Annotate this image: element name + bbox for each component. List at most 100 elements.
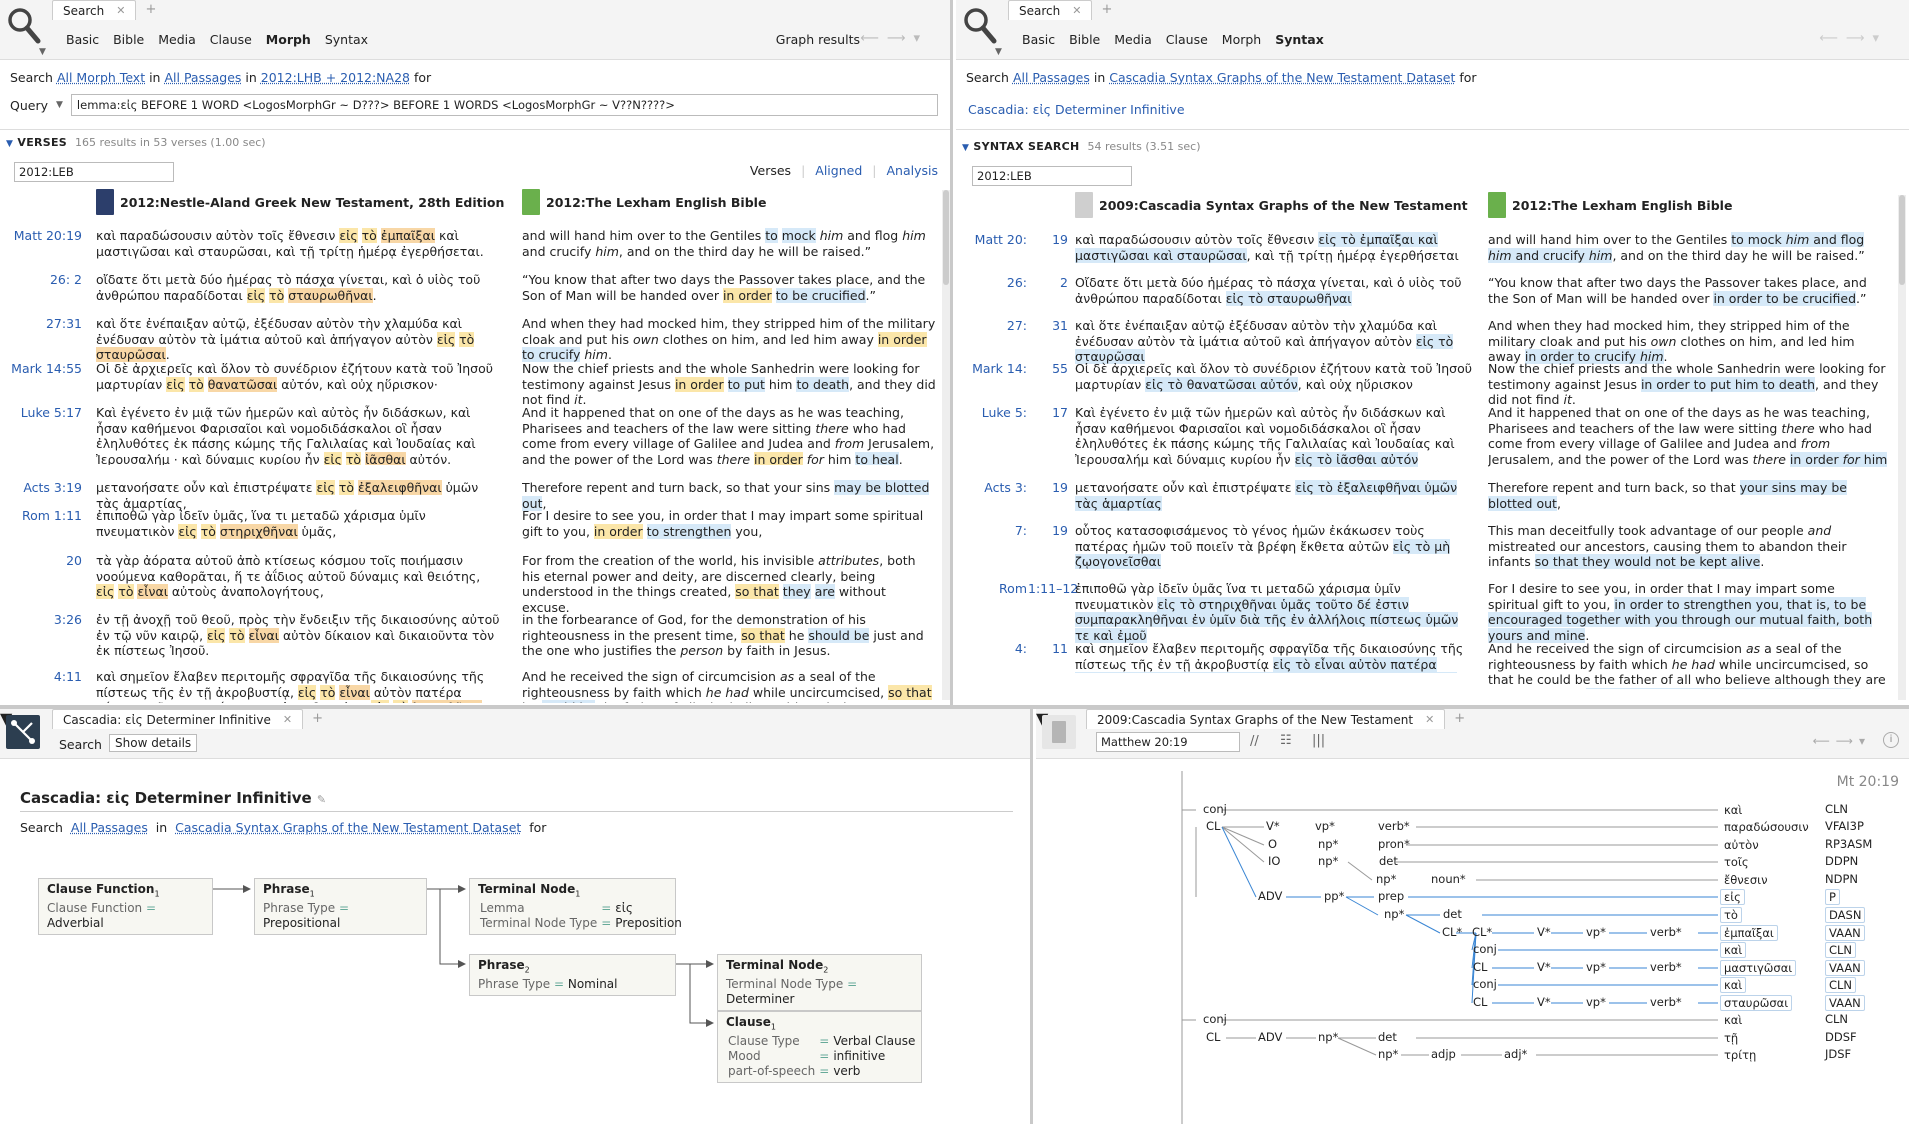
verse-reference[interactable]: Rom — [956, 581, 1027, 596]
morph-tag[interactable]: P — [1825, 889, 1840, 905]
nav-syntax[interactable]: Syntax — [325, 32, 368, 47]
nav-morph[interactable]: Morph — [266, 32, 311, 47]
verse-reference[interactable]: 27:31 — [0, 316, 82, 331]
graph-label[interactable]: noun* — [1431, 872, 1466, 886]
scrollbar[interactable] — [1898, 195, 1906, 700]
graph-label[interactable]: pron* — [1378, 837, 1410, 851]
graph-label[interactable]: ADV — [1258, 889, 1282, 903]
nav-clause[interactable]: Clause — [1166, 32, 1208, 47]
morph-tag[interactable]: CLN — [1825, 1012, 1848, 1026]
graph-label[interactable]: verb* — [1650, 995, 1682, 1009]
verse-reference[interactable]: 27: — [956, 318, 1027, 333]
graph-label[interactable]: np* — [1318, 854, 1338, 868]
graph-label[interactable]: det — [1379, 854, 1398, 868]
graph-label[interactable]: conj — [1203, 802, 1227, 816]
morph-tag[interactable]: VAAN — [1825, 925, 1865, 941]
verse-reference[interactable]: Mark 14: — [956, 361, 1027, 376]
verse-reference[interactable]: Matt 20: — [956, 232, 1027, 247]
morph-tag[interactable]: VAAN — [1825, 995, 1865, 1011]
node-terminal-1[interactable]: Terminal Node1 Lemma = εἰς Terminal Node T… — [469, 878, 682, 936]
graph-word[interactable]: ἔθνεσιν — [1720, 872, 1772, 888]
morph-tag[interactable]: VAAN — [1825, 960, 1865, 976]
verse-number[interactable]: 17 — [1028, 405, 1068, 420]
graph-word[interactable]: μαστιγῶσαι — [1720, 960, 1797, 976]
graph-label[interactable]: IO — [1268, 854, 1280, 868]
graph-label[interactable]: adj* — [1504, 1047, 1527, 1061]
graph-label[interactable]: conj — [1473, 977, 1497, 991]
search-icon[interactable] — [6, 6, 42, 46]
graph-label[interactable]: CL — [1473, 995, 1487, 1009]
tab-verses[interactable]: Verses — [750, 163, 791, 178]
morph-tag[interactable]: DDSF — [1825, 1030, 1857, 1044]
history-arrows[interactable]: ⟵⟶▾ — [1819, 31, 1887, 46]
query-input[interactable]: lemma:εἰς BEFORE 1 WORD <LogosMorphGr ~ … — [70, 94, 938, 116]
verse-reference[interactable]: Luke 5: — [956, 405, 1027, 420]
tab-analysis[interactable]: Analysis — [886, 163, 938, 178]
node-clause-function[interactable]: Clause Function1 Clause Function = Adver… — [38, 878, 213, 936]
verse-reference[interactable]: Rom 1:11 — [0, 508, 82, 523]
verse-number[interactable]: 2 — [1028, 275, 1068, 290]
verse-reference[interactable]: Acts 3: — [956, 480, 1027, 495]
graph-label[interactable]: CL — [1473, 960, 1487, 974]
verse-number[interactable]: 55 — [1028, 361, 1068, 376]
graph-results-button[interactable]: Graph results — [776, 32, 860, 47]
scroll-thumb[interactable] — [1899, 195, 1905, 285]
dataset-link[interactable]: Cascadia Syntax Graphs of the New Testam… — [1109, 70, 1455, 85]
new-tab-icon[interactable]: + — [136, 0, 165, 20]
tab-search[interactable]: Search ✕ — [1008, 0, 1093, 20]
new-tab-icon[interactable]: + — [1092, 0, 1121, 20]
node-terminal-2[interactable]: Terminal Node2 Terminal Node Type = Dete… — [717, 954, 922, 1012]
graph-word[interactable]: καὶ — [1720, 977, 1747, 993]
graph-label[interactable]: conj — [1203, 1012, 1227, 1026]
nav-media[interactable]: Media — [1114, 32, 1152, 47]
morph-tag[interactable]: DDPN — [1825, 854, 1858, 868]
graph-label[interactable]: conj — [1473, 942, 1497, 956]
verse-number[interactable]: 1:11–12 — [1028, 581, 1078, 596]
graph-label[interactable]: vp* — [1586, 995, 1606, 1009]
syntax-section-header[interactable]: ▼ SYNTAX SEARCH 54 results (3.51 sec) — [962, 140, 1201, 153]
graph-label[interactable]: np* — [1376, 872, 1396, 886]
scrollbar[interactable] — [942, 190, 950, 700]
nav-syntax[interactable]: Syntax — [1275, 32, 1324, 47]
verse-number[interactable]: 19 — [1028, 523, 1068, 538]
graph-word[interactable]: παραδώσουσιν — [1720, 819, 1813, 835]
verse-reference[interactable]: 20 — [0, 553, 82, 568]
nav-bible[interactable]: Bible — [1069, 32, 1100, 47]
verse-reference[interactable]: 26: 2 — [0, 272, 82, 287]
chevron-down-icon[interactable]: ▼ — [39, 47, 46, 57]
passages-link[interactable]: All Passages — [164, 70, 241, 85]
morph-tag[interactable]: CLN — [1825, 802, 1848, 816]
graph-word[interactable]: ἐμπαῖξαι — [1720, 925, 1778, 941]
graph-label[interactable]: vp* — [1586, 960, 1606, 974]
graph-label[interactable]: verb* — [1650, 925, 1682, 939]
graph-word[interactable]: σταυρῶσαι — [1720, 995, 1793, 1011]
graph-label[interactable]: V* — [1537, 960, 1551, 974]
graph-label[interactable]: V* — [1266, 819, 1280, 833]
close-icon[interactable]: ✕ — [1072, 4, 1081, 17]
graph-label[interactable]: det — [1378, 1030, 1397, 1044]
search-icon[interactable] — [962, 6, 998, 46]
version-input[interactable]: 2012:LEB — [972, 166, 1132, 186]
nav-basic[interactable]: Basic — [66, 32, 99, 47]
graph-label[interactable]: CL* — [1472, 925, 1492, 939]
scroll-thumb[interactable] — [943, 190, 949, 285]
graph-word[interactable]: καὶ — [1720, 1012, 1746, 1028]
close-icon[interactable]: ✕ — [116, 4, 125, 17]
graph-word[interactable]: αὐτὸν — [1720, 837, 1763, 853]
nav-clause[interactable]: Clause — [210, 32, 252, 47]
graph-word[interactable]: καὶ — [1720, 942, 1747, 958]
node-clause-1[interactable]: Clause1 Clause Type = Verbal Clause Mood = i… — [717, 1011, 922, 1084]
morph-text-link[interactable]: All Morph Text — [57, 70, 145, 85]
node-phrase-2[interactable]: Phrase2 Phrase Type = Nominal — [469, 954, 676, 997]
nav-morph[interactable]: Morph — [1222, 32, 1261, 47]
graph-label[interactable]: det — [1443, 907, 1462, 921]
versions-link[interactable]: 2012:LHB + 2012:NA28 — [261, 70, 410, 85]
morph-tag[interactable]: DASN — [1825, 907, 1866, 923]
graph-label[interactable]: prep — [1378, 889, 1404, 903]
graph-label[interactable]: V* — [1537, 925, 1551, 939]
chevron-down-icon[interactable]: ▼ — [995, 47, 1002, 57]
saved-query-link[interactable]: Cascadia: εἰς Determiner Infinitive — [968, 102, 1185, 117]
graph-label[interactable]: V* — [1537, 995, 1551, 1009]
graph-label[interactable]: CL — [1206, 819, 1220, 833]
verse-reference[interactable]: Luke 5:17 — [0, 405, 82, 420]
